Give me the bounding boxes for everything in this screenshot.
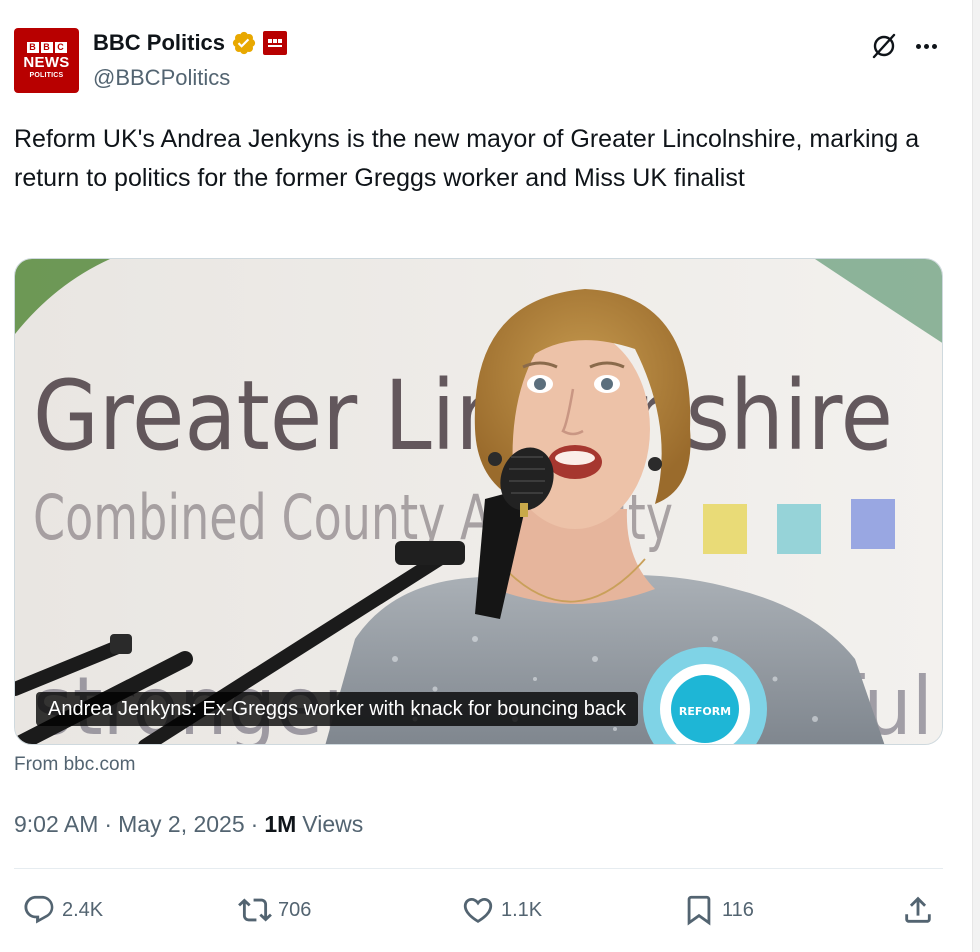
tweet-header: B B C NEWS POLITICS BBC Politics @BBCPol… — [14, 28, 954, 94]
handle[interactable]: @BBCPolitics — [93, 65, 230, 91]
like-count: 1.1K — [501, 898, 543, 921]
link-card-caption[interactable]: Andrea Jenkyns: Ex-Greggs worker with kn… — [36, 692, 639, 726]
bookmark-count: 116 — [722, 898, 754, 921]
bookmark-button[interactable]: 116 — [682, 884, 754, 936]
repost-count: 706 — [278, 898, 312, 921]
display-name[interactable]: BBC Politics — [93, 30, 225, 56]
divider — [14, 868, 943, 869]
name-row: BBC Politics — [93, 30, 288, 56]
bbc-block-b2: B — [40, 41, 53, 53]
repost-button[interactable]: 706 — [238, 884, 311, 936]
sign-text-line1: Greater Lincolnshire — [33, 360, 893, 472]
article-photo: Greater Lincolnshire Combined County Aut… — [15, 259, 942, 744]
like-button[interactable]: 1.1K — [461, 884, 542, 936]
tweet-text: Reform UK's Andrea Jenkyns is the new ma… — [14, 125, 920, 192]
heart-icon — [463, 897, 493, 923]
bbc-logo-blocks: B B C — [26, 41, 67, 53]
grok-icon[interactable] — [870, 32, 898, 60]
tweet-time[interactable]: 9:02 AM — [14, 811, 98, 838]
link-card-image[interactable]: Greater Lincolnshire Combined County Aut… — [14, 258, 943, 745]
share-button[interactable] — [901, 884, 935, 936]
action-bar: 2.4K 706 1.1K 116 — [14, 884, 943, 936]
bbc-block-c: C — [54, 41, 67, 53]
link-source[interactable]: From bbc.com — [14, 754, 135, 776]
views-label: Views — [302, 811, 364, 837]
reply-icon — [24, 895, 54, 924]
svg-text:REFORM: REFORM — [679, 705, 731, 718]
reply-button[interactable]: 2.4K — [22, 884, 103, 936]
avatar-news-text: NEWS — [23, 53, 70, 71]
views-count[interactable]: 1M — [264, 811, 296, 838]
more-options-icon[interactable] — [912, 32, 940, 60]
scrollbar-track[interactable] — [972, 0, 980, 952]
bookmark-icon — [687, 895, 711, 926]
meta-separator: · — [104, 811, 113, 837]
bbc-news-affiliate-icon[interactable] — [263, 31, 288, 55]
avatar-politics-text: POLITICS — [29, 71, 64, 79]
bbc-block-b1: B — [26, 41, 39, 53]
reply-count: 2.4K — [62, 898, 104, 921]
share-icon — [905, 896, 931, 923]
gold-verified-badge-icon[interactable] — [231, 30, 257, 56]
repost-icon — [238, 898, 272, 922]
tweet-meta: 9:02 AM · May 2, 2025 · 1M Views — [14, 811, 363, 838]
tweet-date[interactable]: May 2, 2025 — [118, 811, 245, 838]
meta-separator: · — [250, 811, 259, 837]
avatar[interactable]: B B C NEWS POLITICS — [14, 28, 79, 93]
